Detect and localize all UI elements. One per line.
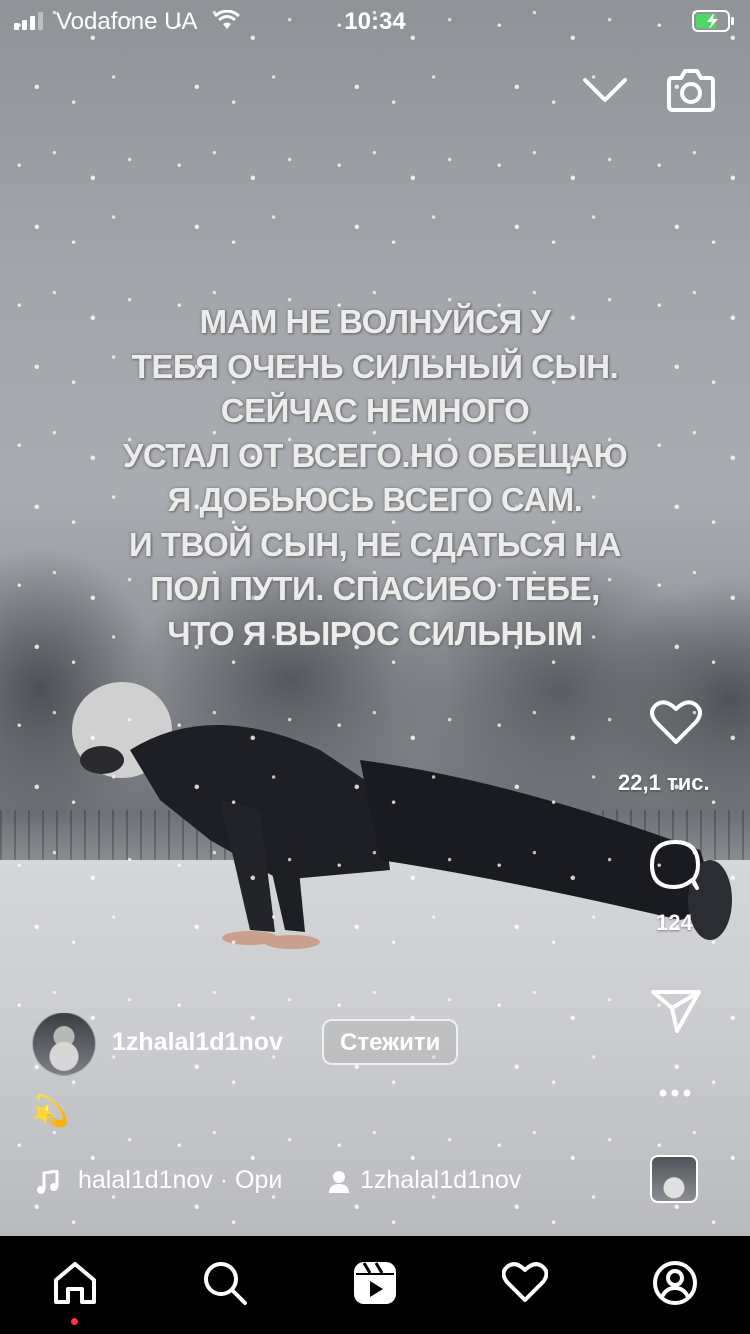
reel-caption[interactable]: 💫 <box>32 1094 69 1129</box>
audio-track-name[interactable]: halal1d1nov · Ори <box>78 1166 298 1195</box>
battery-charging-icon <box>692 10 734 32</box>
music-note-icon <box>37 1170 59 1194</box>
overlay-line: ТЕБЯ ОЧЕНЬ СИЛЬНЫЙ СЫН. <box>131 347 619 385</box>
comment-bubble-icon[interactable] <box>648 838 702 892</box>
status-bar: Vodafone UA 10:34 <box>0 0 750 44</box>
like-heart-icon[interactable] <box>650 698 702 746</box>
follow-button[interactable]: Стежити <box>322 1019 459 1065</box>
chevron-down-icon[interactable] <box>582 76 628 106</box>
overlay-line: ПОЛ ПУТИ. СПАСИБО ТЕБЕ, <box>150 570 600 607</box>
notification-dot <box>71 1318 78 1325</box>
status-time: 10:34 <box>344 8 406 35</box>
author-row: 1zhalal1d1nov Стежити <box>32 1012 592 1076</box>
share-paper-plane-icon[interactable] <box>650 988 702 1034</box>
search-icon[interactable] <box>202 1260 248 1306</box>
avatar[interactable] <box>32 1012 96 1076</box>
audio-thumbnail[interactable] <box>650 1155 698 1203</box>
person-tag-icon <box>329 1171 349 1193</box>
audio-info-row[interactable]: halal1d1nov · Ори 1zhalal1d1nov <box>36 1162 596 1202</box>
activity-heart-icon[interactable] <box>502 1260 548 1304</box>
bottom-tab-bar <box>0 1236 750 1334</box>
overlay-line: МАМ НЕ ВОЛНУЙСЯ У <box>199 303 551 340</box>
reels-icon[interactable] <box>352 1260 398 1306</box>
more-options-icon[interactable] <box>658 1087 692 1099</box>
overlay-line: Я ДОБЬЮСЬ ВСЕГО САМ. <box>167 481 583 518</box>
tagged-user[interactable]: 1zhalal1d1nov <box>360 1166 521 1195</box>
video-overlay-text: МАМ НЕ ВОЛНУЙСЯ У ТЕБЯ ОЧЕНЬ СИЛЬНЫЙ СЫН… <box>60 300 690 656</box>
home-icon[interactable] <box>52 1260 98 1306</box>
overlay-line: УСТАЛ ОТ ВСЕГО.НО ОБЕЩАЮ <box>122 436 628 474</box>
overlay-line: СЕЙЧАС НЕМНОГО <box>220 392 530 429</box>
comment-count: 124 <box>656 910 693 935</box>
author-username[interactable]: 1zhalal1d1nov <box>112 1028 283 1057</box>
overlay-line: ЧТО Я ВЫРОС СИЛЬНЫМ <box>167 614 583 652</box>
like-count: 22,1 тис. <box>618 770 710 795</box>
overlay-line: И ТВОЙ СЫН, НЕ СДАТЬСЯ НА <box>129 525 621 563</box>
camera-icon[interactable] <box>666 66 716 114</box>
profile-icon[interactable] <box>652 1260 698 1306</box>
